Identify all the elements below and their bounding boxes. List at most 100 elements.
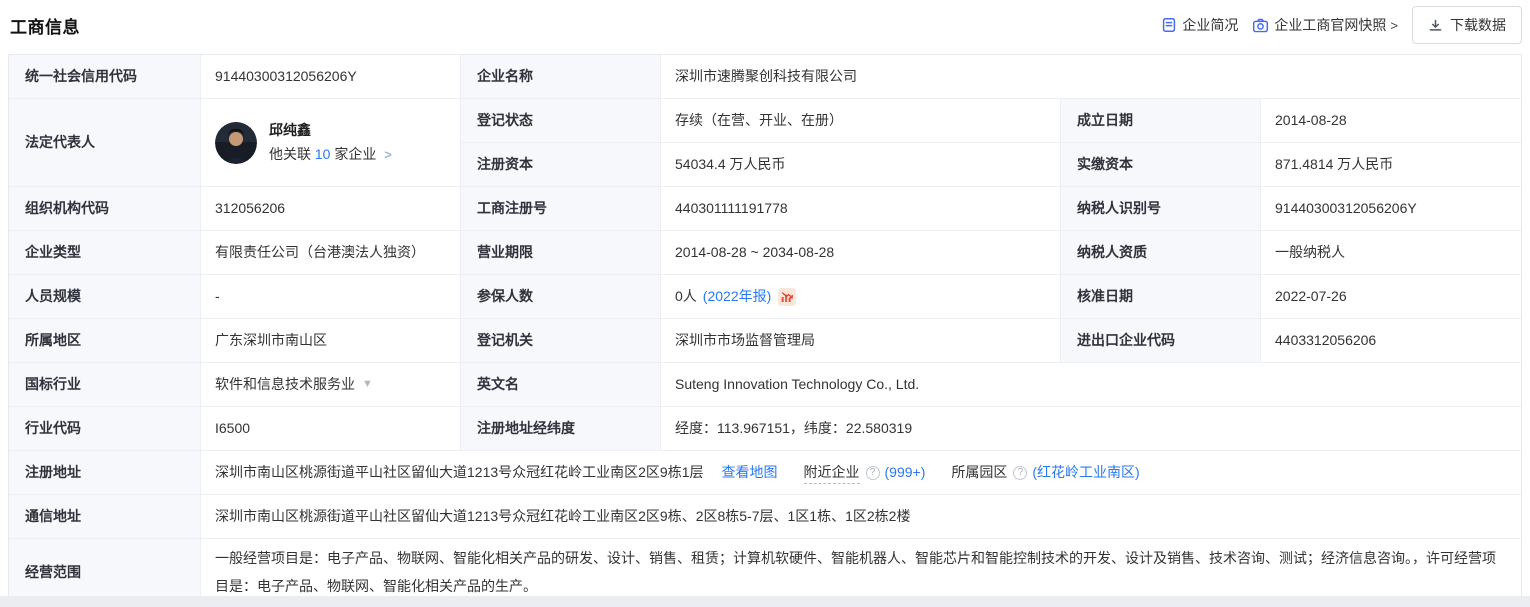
field-value-reg-coords: 经度：113.967151，纬度：22.580319 <box>661 407 1521 450</box>
insured-count: 0人 <box>675 286 697 307</box>
field-value-taxpayer-quality: 一般纳税人 <box>1261 231 1521 274</box>
table-row: 企业类型 有限责任公司（台港澳法人独资） 营业期限 2014-08-28 ~ 2… <box>9 231 1521 275</box>
field-label-english-name: 英文名 <box>461 363 661 406</box>
field-label-reg-number: 工商注册号 <box>461 187 661 230</box>
header-actions: 企业简况 企业工商官网快照 > 下载数据 <box>1161 6 1522 44</box>
industry-value: 软件和信息技术服务业 <box>215 374 355 395</box>
field-value-staff-size: - <box>201 275 461 318</box>
field-label-org-code: 组织机构代码 <box>9 187 201 230</box>
field-label-company-type: 企业类型 <box>9 231 201 274</box>
field-label-reg-address: 注册地址 <box>9 451 201 494</box>
table-row: 国标行业 软件和信息技术服务业 ▼ 英文名 Suteng Innovation … <box>9 363 1521 407</box>
field-label-approval-date: 核准日期 <box>1061 275 1261 318</box>
document-icon <box>1161 17 1177 33</box>
chevron-right-icon[interactable]: > <box>384 147 392 162</box>
related-prefix: 他关联 <box>269 146 311 162</box>
download-data-button[interactable]: 下载数据 <box>1412 6 1522 44</box>
person-photo-icon <box>215 122 257 164</box>
section-header: 工商信息 企业简况 企业工商官网快照 > 下载数据 <box>0 0 1530 52</box>
field-label-taxpayer-quality: 纳税人资质 <box>1061 231 1261 274</box>
question-circle-icon[interactable]: ? <box>1013 466 1027 480</box>
field-value-establish-date: 2014-08-28 <box>1261 99 1521 142</box>
field-label-business-term: 营业期限 <box>461 231 661 274</box>
table-row: 登记状态 存续（在营、开业、在册） 成立日期 2014-08-28 <box>461 99 1521 143</box>
field-label-staff-size: 人员规模 <box>9 275 201 318</box>
table-row: 所属地区 广东深圳市南山区 登记机关 深圳市市场监督管理局 进出口企业代码 44… <box>9 319 1521 363</box>
table-row: 组织机构代码 312056206 工商注册号 440301111191778 纳… <box>9 187 1521 231</box>
question-circle-icon[interactable]: ? <box>866 466 880 480</box>
field-value-industry: 软件和信息技术服务业 ▼ <box>201 363 461 406</box>
field-label-region: 所属地区 <box>9 319 201 362</box>
field-value-org-code: 312056206 <box>201 187 461 230</box>
table-row: 通信地址 深圳市南山区桃源街道平山社区留仙大道1213号众冠红花岭工业南区2区9… <box>9 495 1521 539</box>
field-value-company-name: 深圳市速腾聚创科技有限公司 <box>661 55 1521 98</box>
table-row: 人员规模 - 参保人数 0人 (2022年报) 核准日期 2022-07-26 <box>9 275 1521 319</box>
field-label-industry: 国标行业 <box>9 363 201 406</box>
field-value-business-term: 2014-08-28 ~ 2034-08-28 <box>661 231 1061 274</box>
related-count-link[interactable]: 10 <box>315 146 331 162</box>
table-row: 注册资本 54034.4 万人民币 实缴资本 871.4814 万人民币 <box>461 143 1521 186</box>
legal-rep-related: 他关联 10 家企业 > <box>269 144 392 165</box>
legal-rep-info: 邱纯鑫 他关联 10 家企业 > <box>269 120 392 165</box>
field-label-reg-capital: 注册资本 <box>461 143 661 186</box>
field-value-reg-capital: 54034.4 万人民币 <box>661 143 1061 186</box>
field-value-paid-capital: 871.4814 万人民币 <box>1261 143 1521 186</box>
chevron-right-icon: > <box>1390 18 1398 33</box>
field-value-reg-number: 440301111191778 <box>661 187 1061 230</box>
nearby-companies-count-link[interactable]: (999+) <box>885 462 926 483</box>
field-label-credit-code: 统一社会信用代码 <box>9 55 201 98</box>
download-data-label: 下载数据 <box>1450 15 1506 35</box>
field-label-mail-address: 通信地址 <box>9 495 201 538</box>
field-label-reg-status: 登记状态 <box>461 99 661 142</box>
official-snapshot-label: 企业工商官网快照 <box>1274 15 1386 35</box>
page-title: 工商信息 <box>10 13 80 38</box>
business-info-table: 统一社会信用代码 91440300312056206Y 企业名称 深圳市速腾聚创… <box>8 54 1522 606</box>
legal-rep-side-rows: 登记状态 存续（在营、开业、在册） 成立日期 2014-08-28 注册资本 5… <box>461 99 1521 186</box>
field-value-reg-authority: 深圳市市场监督管理局 <box>661 319 1061 362</box>
legal-rep-cell: 邱纯鑫 他关联 10 家企业 > <box>201 99 461 186</box>
field-value-reg-address: 深圳市南山区桃源街道平山社区留仙大道1213号众冠红花岭工业南区2区9栋1层 查… <box>201 451 1521 494</box>
park-link[interactable]: (红花岭工业南区) <box>1032 462 1139 483</box>
park-label: 所属园区 <box>951 462 1007 483</box>
field-label-import-export-code: 进出口企业代码 <box>1061 319 1261 362</box>
legal-rep-avatar[interactable] <box>215 122 257 164</box>
field-value-taxpayer-id: 91440300312056206Y <box>1261 187 1521 230</box>
field-value-credit-code: 91440300312056206Y <box>201 55 461 98</box>
field-value-industry-code: I6500 <box>201 407 461 450</box>
nearby-companies-label: 附近企业 <box>804 462 860 484</box>
field-value-import-export-code: 4403312056206 <box>1261 319 1521 362</box>
company-brief-label: 企业简况 <box>1182 15 1238 35</box>
field-value-company-type: 有限责任公司（台港澳法人独资） <box>201 231 461 274</box>
related-suffix: 家企业 <box>334 146 376 162</box>
field-value-mail-address: 深圳市南山区桃源街道平山社区留仙大道1213号众冠红花岭工业南区2区9栋、2区8… <box>201 495 1521 538</box>
table-row: 注册地址 深圳市南山区桃源街道平山社区留仙大道1213号众冠红花岭工业南区2区9… <box>9 451 1521 495</box>
field-label-insured: 参保人数 <box>461 275 661 318</box>
chart-decline-icon[interactable] <box>778 288 796 306</box>
field-label-establish-date: 成立日期 <box>1061 99 1261 142</box>
field-label-industry-code: 行业代码 <box>9 407 201 450</box>
camera-icon <box>1252 17 1269 34</box>
page-bottom-strip <box>0 596 1530 607</box>
view-map-link[interactable]: 查看地图 <box>722 462 778 483</box>
official-snapshot-button[interactable]: 企业工商官网快照 > <box>1252 15 1398 35</box>
caret-down-icon[interactable]: ▼ <box>362 374 373 395</box>
download-icon <box>1428 18 1443 33</box>
field-label-taxpayer-id: 纳税人识别号 <box>1061 187 1261 230</box>
annual-report-link[interactable]: (2022年报) <box>703 286 771 307</box>
field-value-region: 广东深圳市南山区 <box>201 319 461 362</box>
field-value-reg-status: 存续（在营、开业、在册） <box>661 99 1061 142</box>
table-row: 行业代码 I6500 注册地址经纬度 经度：113.967151，纬度：22.5… <box>9 407 1521 451</box>
reg-address-text: 深圳市南山区桃源街道平山社区留仙大道1213号众冠红花岭工业南区2区9栋1层 <box>215 462 704 483</box>
field-value-english-name: Suteng Innovation Technology Co., Ltd. <box>661 363 1521 406</box>
field-label-company-name: 企业名称 <box>461 55 661 98</box>
field-label-reg-authority: 登记机关 <box>461 319 661 362</box>
field-value-approval-date: 2022-07-26 <box>1261 275 1521 318</box>
table-row: 统一社会信用代码 91440300312056206Y 企业名称 深圳市速腾聚创… <box>9 55 1521 99</box>
field-value-insured: 0人 (2022年报) <box>661 275 1061 318</box>
legal-rep-name[interactable]: 邱纯鑫 <box>269 120 392 141</box>
company-brief-button[interactable]: 企业简况 <box>1161 15 1238 35</box>
field-label-paid-capital: 实缴资本 <box>1061 143 1261 186</box>
field-label-legal-rep: 法定代表人 <box>9 99 201 186</box>
field-label-reg-coords: 注册地址经纬度 <box>461 407 661 450</box>
table-row: 法定代表人 邱纯鑫 他关联 10 <box>9 99 1521 187</box>
